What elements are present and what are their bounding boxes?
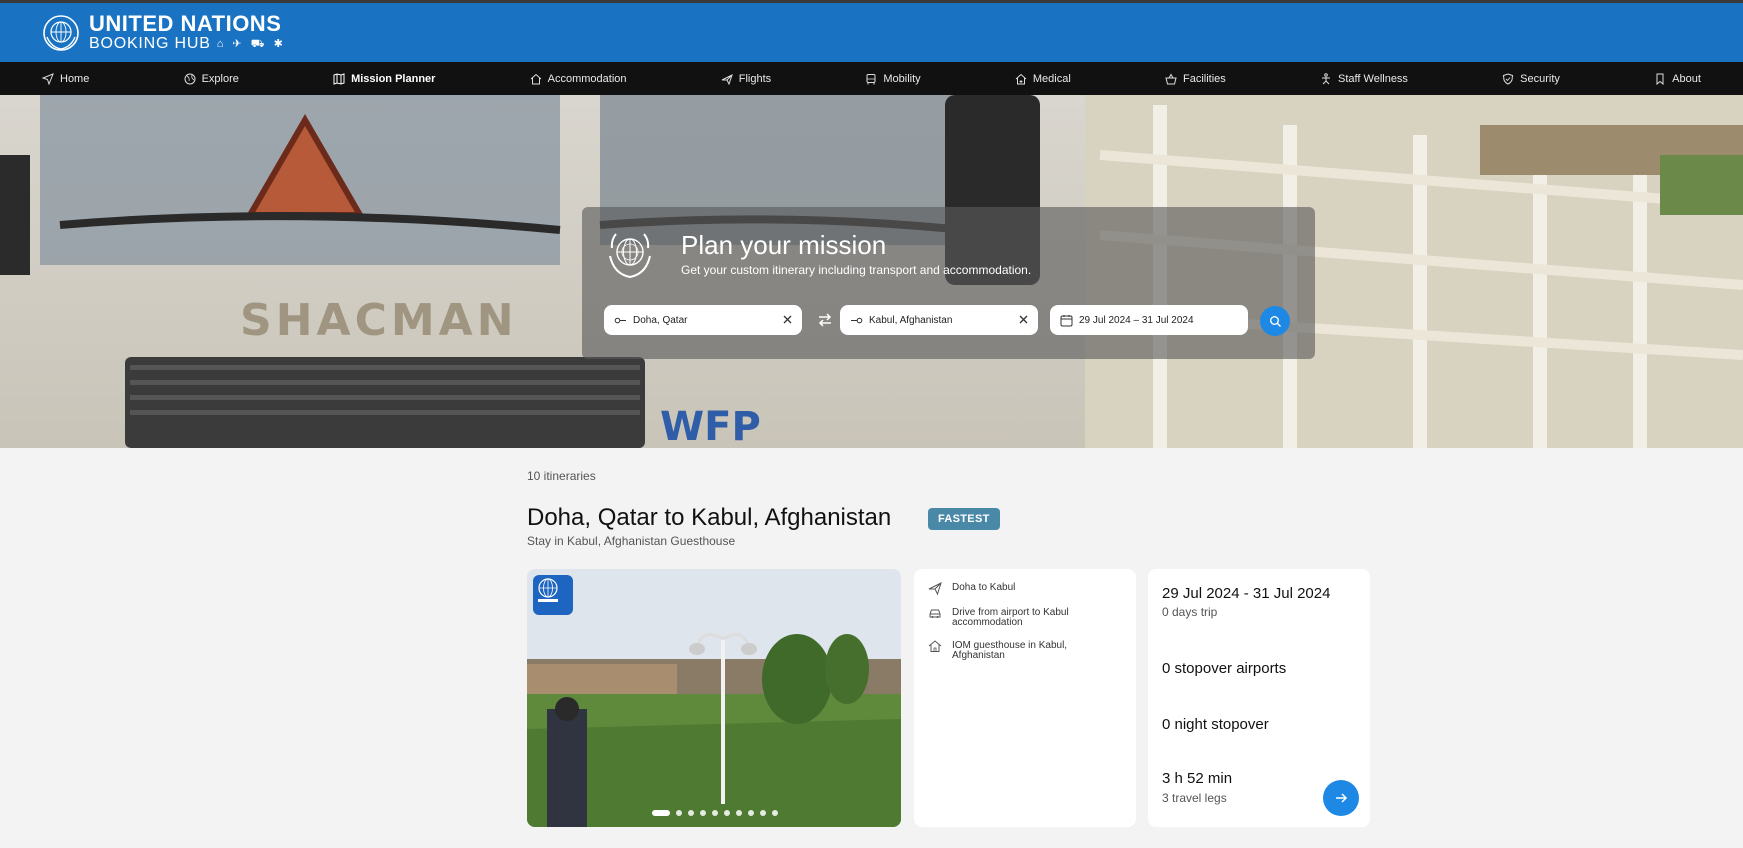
brand-bar: UNITED NATIONS BOOKING HUB ⌂ ✈ ⛟ ✱: [0, 3, 1743, 62]
mission-search-panel: Plan your mission Get your custom itiner…: [582, 207, 1315, 359]
plane-icon: [928, 582, 942, 595]
swap-icon[interactable]: [815, 310, 835, 330]
nav-mission-planner-label: Mission Planner: [351, 72, 436, 85]
leg-accommodation: IOM guesthouse in Kabul, Afghanistan: [928, 640, 1122, 661]
nav-explore-label: Explore: [201, 72, 239, 85]
leg-drive: Drive from airport to Kabul accommodatio…: [928, 608, 1122, 628]
clear-destination-icon[interactable]: [1017, 313, 1030, 326]
leg-flight: Doha to Kabul: [928, 582, 1122, 595]
night-stopover: 0 night stopover: [1162, 716, 1269, 733]
wellness-icon: [1322, 72, 1331, 84]
medical-house-icon: [1015, 73, 1027, 84]
arrow-right-icon: [1336, 793, 1348, 803]
clear-origin-icon[interactable]: [781, 313, 794, 326]
fastest-badge: FASTEST: [928, 508, 1000, 530]
calendar-icon: [1060, 314, 1073, 326]
carousel-dots: [652, 810, 778, 816]
nav-medical[interactable]: Medical: [1015, 73, 1071, 85]
date-range-value: 29 Jul 2024 – 31 Jul 2024: [1079, 314, 1194, 326]
svg-text:SHACMAN: SHACMAN: [240, 295, 518, 346]
brand-subtitle: BOOKING HUB: [89, 35, 211, 52]
map-icon: [333, 72, 345, 85]
search-button[interactable]: [1260, 306, 1290, 336]
house-icon: [928, 640, 942, 652]
car-icon: [929, 609, 941, 618]
iom-logo-icon: [533, 575, 573, 615]
stopover-airports: 0 stopover airports: [1162, 660, 1287, 677]
nav-mobility-label: Mobility: [883, 72, 921, 85]
itinerary-count: 10 itineraries: [527, 469, 596, 483]
nav-staff-wellness-label: Staff Wellness: [1338, 72, 1408, 85]
planner-subtitle: Get your custom itinerary including tran…: [681, 263, 1032, 277]
origin-value: Doha, Qatar: [633, 314, 688, 326]
itinerary-summary-card: 29 Jul 2024 - 31 Jul 2024 0 days trip 0 …: [1148, 569, 1370, 827]
brand-title: UNITED NATIONS: [89, 11, 282, 36]
date-range-field[interactable]: 29 Jul 2024 – 31 Jul 2024: [1050, 305, 1248, 335]
trip-days: 0 days trip: [1162, 605, 1218, 619]
basket-icon: [1165, 72, 1177, 84]
nav-mission-planner[interactable]: Mission Planner: [333, 73, 435, 85]
leg-accommodation-text: IOM guesthouse in Kabul, Afghanistan: [952, 640, 1068, 661]
carousel-dot[interactable]: [712, 810, 718, 816]
search-icon: [1269, 315, 1281, 327]
nav-about-label: About: [1672, 72, 1701, 85]
accommodation-photo-carousel[interactable]: [527, 569, 901, 827]
route-title[interactable]: Doha, Qatar to Kabul, Afghanistan: [527, 504, 891, 532]
carousel-dot[interactable]: [748, 810, 754, 816]
bookmark-icon: [1656, 73, 1664, 85]
nav-security-label: Security: [1520, 72, 1560, 85]
stay-description: Stay in Kabul, Afghanistan Guesthouse: [527, 534, 736, 548]
main-nav: Home Explore Mission Planner Accommodati…: [0, 62, 1743, 95]
destination-field[interactable]: Kabul, Afghanistan: [840, 305, 1038, 335]
navigate-icon: [42, 72, 54, 85]
carousel-dot[interactable]: [676, 810, 682, 816]
trip-duration: 3 h 52 min: [1162, 770, 1233, 787]
plane-icon: [721, 73, 733, 85]
key-icon: [614, 317, 626, 323]
nav-accommodation-label: Accommodation: [547, 72, 627, 85]
view-itinerary-button[interactable]: [1323, 780, 1359, 816]
nav-flights-label: Flights: [738, 72, 772, 85]
shield-icon: [1503, 72, 1514, 85]
carousel-dot[interactable]: [652, 810, 670, 816]
nav-accommodation[interactable]: Accommodation: [530, 73, 627, 85]
bus-icon: [866, 73, 876, 84]
carousel-dot[interactable]: [736, 810, 742, 816]
leg-drive-text: Drive from airport to Kabul accommodatio…: [952, 607, 1069, 628]
un-emblem-icon: [609, 233, 651, 279]
nav-home[interactable]: Home: [42, 73, 89, 85]
svg-text:WFP: WFP: [660, 404, 761, 448]
carousel-dot[interactable]: [724, 810, 730, 816]
guesthouse-garden-image: [527, 569, 901, 827]
origin-field[interactable]: Doha, Qatar: [604, 305, 802, 335]
leg-flight-text: Doha to Kabul: [952, 582, 1016, 593]
nav-medical-label: Medical: [1032, 72, 1071, 85]
nav-staff-wellness[interactable]: Staff Wellness: [1320, 73, 1408, 85]
nav-mobility[interactable]: Mobility: [865, 72, 921, 85]
trip-dates: 29 Jul 2024 - 31 Jul 2024: [1162, 585, 1331, 602]
nav-facilities-label: Facilities: [1183, 72, 1226, 85]
nav-about[interactable]: About: [1654, 73, 1701, 85]
carousel-dot[interactable]: [688, 810, 694, 816]
un-emblem-icon[interactable]: [41, 13, 81, 53]
nav-facilities[interactable]: Facilities: [1165, 73, 1226, 85]
nav-explore[interactable]: Explore: [184, 73, 239, 85]
destination-value: Kabul, Afghanistan: [869, 314, 953, 326]
key-icon: [851, 317, 863, 323]
nav-home-label: Home: [60, 72, 90, 85]
carousel-dot[interactable]: [772, 810, 778, 816]
planner-title: Plan your mission: [681, 230, 887, 260]
house-icon: [530, 73, 541, 84]
itinerary-legs-card: Doha to Kabul Drive from airport to Kabu…: [914, 569, 1136, 827]
hero-section: SHACMAN WFP Plan your mission Get your c…: [0, 95, 1743, 448]
carousel-dot[interactable]: [700, 810, 706, 816]
nav-flights[interactable]: Flights: [721, 73, 771, 85]
service-icons: ⌂ ✈ ⛟ ✱: [216, 37, 286, 50]
globe-icon: [184, 73, 196, 84]
nav-security[interactable]: Security: [1502, 73, 1560, 85]
travel-legs-count: 3 travel legs: [1162, 791, 1227, 805]
carousel-dot[interactable]: [760, 810, 766, 816]
